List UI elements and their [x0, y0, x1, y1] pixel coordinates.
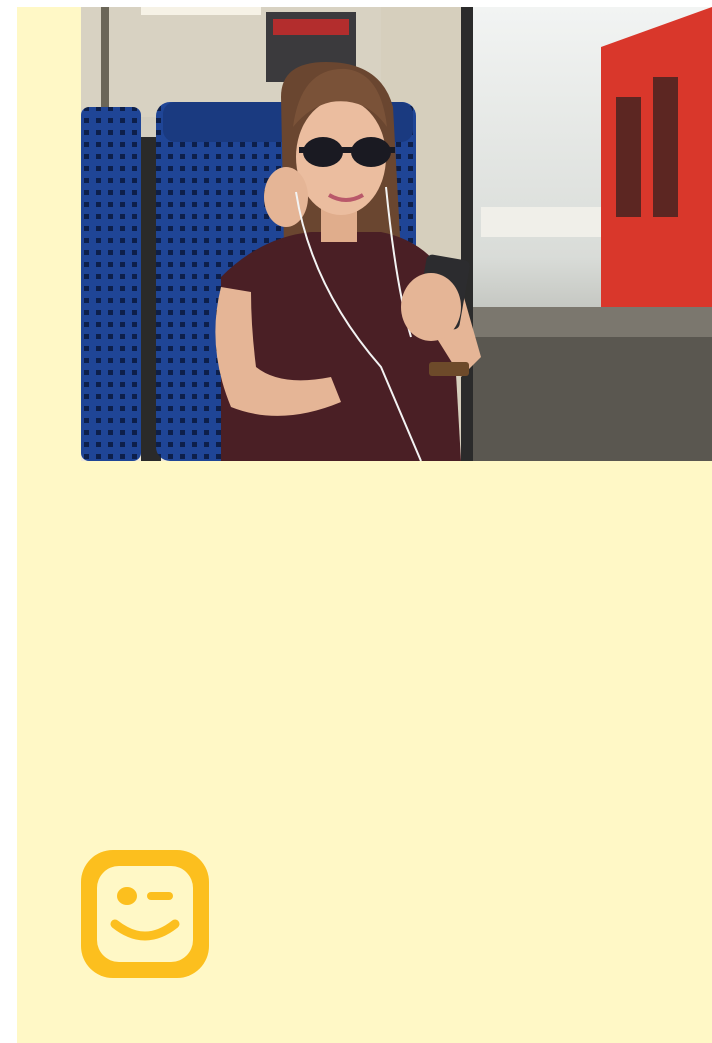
person-shirt	[221, 232, 461, 461]
winking-face-logo-icon	[81, 850, 209, 978]
page-background	[17, 7, 712, 1043]
hero-photo	[81, 7, 712, 461]
photo-illustration	[81, 7, 712, 461]
